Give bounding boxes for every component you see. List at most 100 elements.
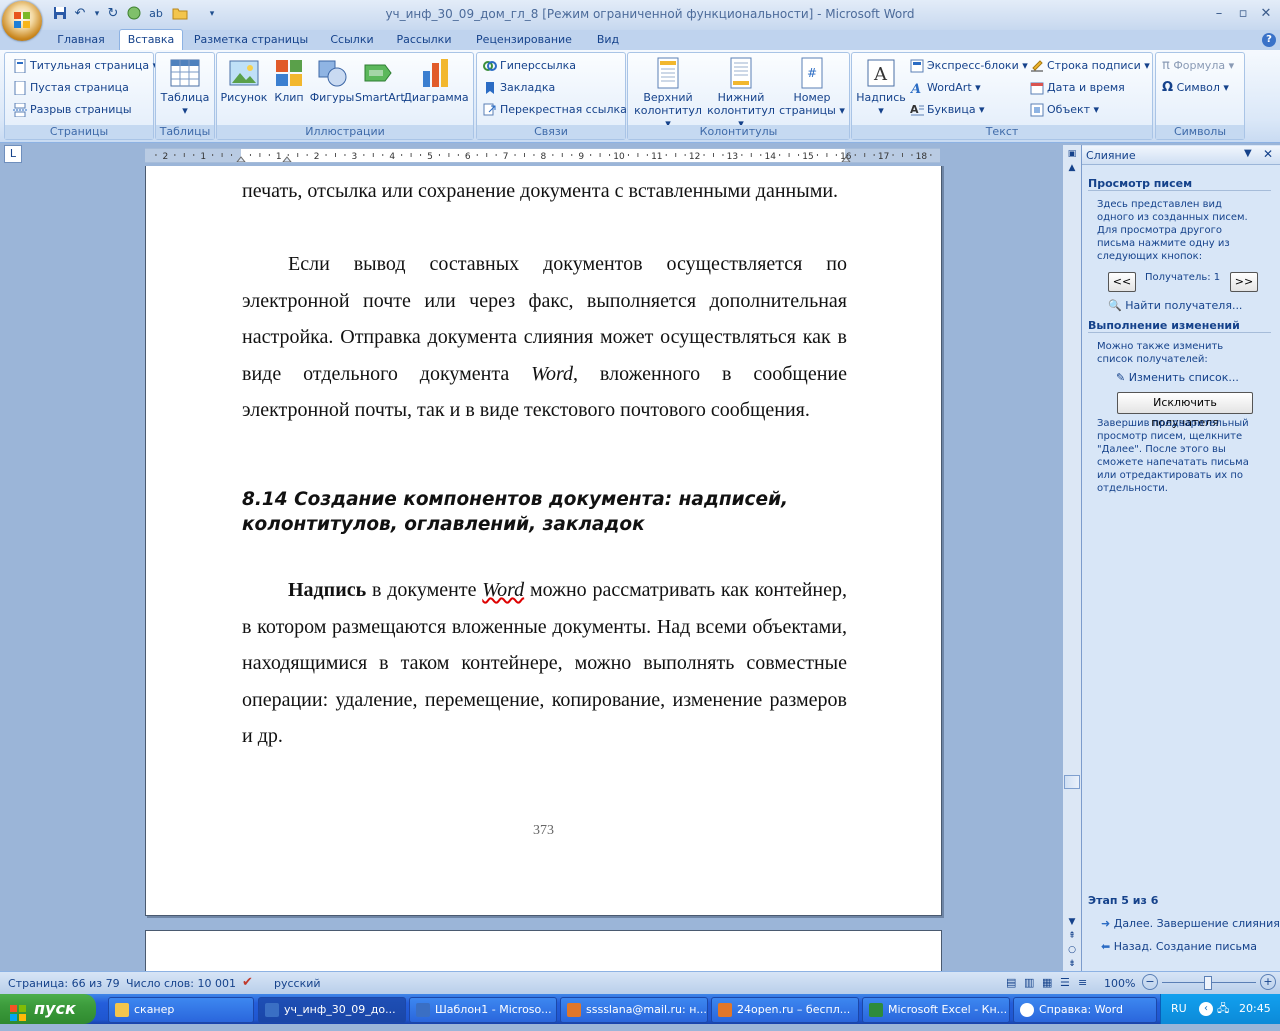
find-recipient-link[interactable]: 🔍 Найти получателя... xyxy=(1108,299,1242,312)
next-recipient-button[interactable]: >> xyxy=(1230,272,1258,292)
previous-recipient-button[interactable]: << xyxy=(1108,272,1136,292)
horizontal-ruler[interactable]: 21123456789101112131415161718 xyxy=(145,148,940,163)
ruler-label: 4 xyxy=(389,152,395,162)
ruler-toggle-icon[interactable]: ▣ xyxy=(1064,147,1080,161)
clip-art-button[interactable]: Клип xyxy=(269,57,309,104)
spelling-icon[interactable]: ab xyxy=(148,6,164,22)
close-icon[interactable]: ✕ xyxy=(1257,6,1275,22)
previous-page-icon[interactable]: ⇞ xyxy=(1064,929,1080,943)
task-24open[interactable]: 24open.ru – беспл... xyxy=(711,997,859,1023)
object-button[interactable]: Объект ▾ xyxy=(1030,101,1099,119)
language-tray[interactable]: RU xyxy=(1171,994,1187,1024)
save-icon[interactable] xyxy=(52,6,68,22)
next-page-icon[interactable]: ⇟ xyxy=(1064,957,1080,971)
clock[interactable]: 20:45 xyxy=(1239,994,1271,1024)
ruler-label: 2 xyxy=(314,152,320,162)
page-count[interactable]: Страница: 66 из 79 xyxy=(8,977,120,990)
next-step-link[interactable]: ➜ Далее. Завершение слияния xyxy=(1101,917,1280,930)
page-break-button[interactable]: Разрыв страницы xyxy=(13,101,132,119)
exclude-recipient-button[interactable]: Исключить получателя xyxy=(1117,392,1253,429)
help-icon[interactable]: ? xyxy=(1262,33,1276,47)
view-draft-icon[interactable]: ≡ xyxy=(1078,976,1087,989)
zoom-out-icon[interactable]: − xyxy=(1142,974,1158,990)
previous-step-link[interactable]: ⬅ Назад. Создание письма xyxy=(1101,940,1257,953)
network-icon[interactable]: 🖧 xyxy=(1217,994,1229,1024)
quick-parts-button[interactable]: Экспресс-блоки ▾ xyxy=(910,57,1028,75)
tab-insert[interactable]: Вставка xyxy=(119,29,183,50)
hyperlink-button[interactable]: Гиперссылка xyxy=(483,57,576,75)
word-count[interactable]: Число слов: 10 001 xyxy=(126,977,236,990)
document-page[interactable]: печать, отсылка или сохранение документа… xyxy=(145,166,942,916)
header-button[interactable]: Верхний колонтитул ▾ xyxy=(630,57,706,130)
svg-text:A: A xyxy=(910,103,919,116)
text-box-button[interactable]: A Надпись ▾ xyxy=(854,57,908,117)
table-button[interactable]: Таблица ▾ xyxy=(158,57,212,117)
start-button[interactable]: пуск xyxy=(0,994,96,1024)
restore-icon[interactable]: ▫ xyxy=(1234,6,1252,22)
scroll-down-icon[interactable]: ▼ xyxy=(1064,915,1080,929)
blank-page-button[interactable]: Пустая страница xyxy=(13,79,129,97)
office-button[interactable] xyxy=(2,1,42,41)
tab-mailings[interactable]: Рассылки xyxy=(390,30,458,50)
document-area[interactable]: печать, отсылка или сохранение документа… xyxy=(0,166,1062,971)
first-line-indent-marker[interactable] xyxy=(282,156,292,162)
shapes-button[interactable]: Фигуры xyxy=(309,57,355,104)
browse-object-icon[interactable]: ○ xyxy=(1064,943,1080,957)
edit-list-link[interactable]: ✎ Изменить список... xyxy=(1116,371,1239,384)
wordart-button[interactable]: A WordArt ▾ xyxy=(909,79,981,97)
pane-title: Слияние xyxy=(1086,149,1136,162)
bookmark-button[interactable]: Закладка xyxy=(483,79,555,97)
page-number-button[interactable]: # Номер страницы ▾ xyxy=(778,57,846,117)
tab-view[interactable]: Вид xyxy=(590,30,626,50)
proofing-icon[interactable]: ✔ xyxy=(242,975,253,990)
view-web-icon[interactable]: ▦ xyxy=(1042,976,1052,989)
pane-menu-icon[interactable]: ▼ xyxy=(1244,148,1252,159)
zoom-slider-thumb[interactable] xyxy=(1204,976,1212,990)
tab-home[interactable]: Главная xyxy=(46,30,116,50)
cover-page-button[interactable]: Титульная страница ▾ xyxy=(13,57,158,75)
ruler-label: 1 xyxy=(276,152,282,162)
task-excel[interactable]: Microsoft Excel - Кн... xyxy=(862,997,1010,1023)
language-indicator[interactable]: русский xyxy=(274,977,321,990)
signature-line-button[interactable]: Строка подписи ▾ xyxy=(1030,57,1150,75)
task-scanner[interactable]: сканер xyxy=(108,997,254,1023)
task-word-document[interactable]: уч_инф_30_09_до... xyxy=(258,997,406,1023)
zoom-in-icon[interactable]: + xyxy=(1260,974,1276,990)
symbol-button[interactable]: Ω Символ ▾ xyxy=(1162,79,1229,97)
undo-icon[interactable]: ↶ xyxy=(72,6,88,22)
tab-references[interactable]: Ссылки xyxy=(322,30,382,50)
pane-close-icon[interactable]: ✕ xyxy=(1263,147,1273,161)
tab-page-layout[interactable]: Разметка страницы xyxy=(188,30,314,50)
tab-review[interactable]: Рецензирование xyxy=(466,30,582,50)
task-mail[interactable]: sssslana@mail.ru: н... xyxy=(560,997,708,1023)
view-print-layout-icon[interactable]: ▤ xyxy=(1006,976,1016,989)
smartart-button[interactable]: SmartArt xyxy=(355,57,405,104)
minimize-icon[interactable]: – xyxy=(1210,6,1228,22)
cross-reference-button[interactable]: Перекрестная ссылка xyxy=(483,101,627,119)
view-outline-icon[interactable]: ☰ xyxy=(1060,976,1070,989)
vertical-scrollbar[interactable]: ▣ ▲ ▼ ⇞ ○ ⇟ xyxy=(1062,145,1081,971)
redo-icon[interactable]: ↻ xyxy=(105,6,121,22)
tray-expand-icon[interactable]: ‹ xyxy=(1199,1002,1213,1016)
undo-dropdown-icon[interactable]: ▾ xyxy=(89,6,105,22)
left-indent-marker[interactable] xyxy=(236,156,246,162)
qat-customize-icon[interactable]: ▾ xyxy=(204,6,220,22)
tab-stop-selector[interactable]: L xyxy=(4,145,22,163)
scroll-up-icon[interactable]: ▲ xyxy=(1064,161,1080,175)
picture-icon xyxy=(228,57,260,89)
drop-cap-button[interactable]: A Буквица ▾ xyxy=(910,101,985,119)
scroll-thumb[interactable] xyxy=(1064,775,1080,789)
open-folder-icon[interactable] xyxy=(172,6,188,22)
chart-button[interactable]: Диаграмма xyxy=(403,57,469,104)
task-template[interactable]: Шаблон1 - Microso... xyxy=(409,997,557,1023)
footer-button[interactable]: Нижний колонтитул ▾ xyxy=(704,57,778,130)
ruler-label: 8 xyxy=(541,152,547,162)
date-time-button[interactable]: Дата и время xyxy=(1030,79,1125,97)
picture-button[interactable]: Рисунок xyxy=(219,57,269,104)
next-page[interactable] xyxy=(145,930,942,971)
view-reading-icon[interactable]: ▥ xyxy=(1024,976,1034,989)
zoom-level[interactable]: 100% xyxy=(1104,977,1135,990)
circle-icon[interactable] xyxy=(126,6,142,22)
task-word-help[interactable]: Справка: Word xyxy=(1013,997,1157,1023)
equation-button[interactable]: π Формула ▾ xyxy=(1162,57,1234,75)
